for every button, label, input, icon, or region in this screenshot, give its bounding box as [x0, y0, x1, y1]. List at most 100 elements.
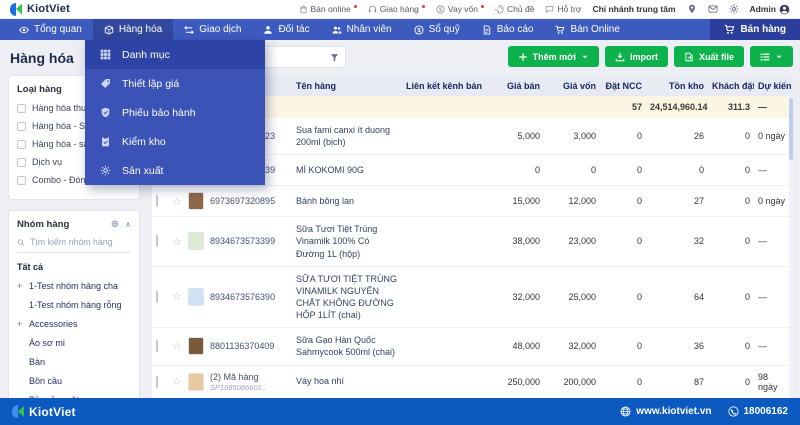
- col-dat-ncc[interactable]: Đặt NCC: [600, 81, 646, 91]
- col-khach-dat[interactable]: Khách đặt: [708, 81, 754, 91]
- search-icon: [17, 238, 25, 247]
- expand-icon[interactable]: +: [17, 281, 24, 291]
- col-du-kien[interactable]: Dự kiến hết h: [754, 81, 793, 91]
- top-bar: KiotViet Bán online Giao hàng $ Vay vốn …: [0, 0, 800, 19]
- caret-down-icon: [581, 53, 589, 61]
- dropdown-item-danh-mục[interactable]: Danh mục: [85, 40, 265, 69]
- checkbox[interactable]: [17, 175, 26, 185]
- table-row[interactable]: ☆ 6973697320895 Bánh bông lan 15,000 12,…: [152, 186, 793, 218]
- import-button[interactable]: Import: [604, 46, 668, 67]
- main-nav: Tổng quan Hàng hóa Giao dịch Đối tác Nhâ…: [0, 19, 800, 40]
- summary-dat-ncc: 57: [631, 102, 642, 112]
- download-icon: [615, 52, 625, 62]
- sale-button[interactable]: Bán hàng: [710, 19, 800, 40]
- dropdown-item-sản-xuất[interactable]: Sản xuất: [85, 156, 265, 185]
- doc-icon: [482, 25, 492, 35]
- product-thumbnail: [188, 337, 204, 356]
- add-new-button[interactable]: Thêm mới: [507, 46, 599, 67]
- export-icon: [684, 52, 694, 62]
- pin-icon[interactable]: [687, 4, 697, 14]
- row-checkbox[interactable]: [156, 195, 158, 208]
- user-icon: [263, 25, 273, 35]
- nav-item-giao-dịch[interactable]: Giao dịch: [173, 19, 252, 40]
- favorite-star-icon[interactable]: ☆: [168, 235, 184, 248]
- col-ten-hang[interactable]: Tên hàng: [292, 81, 402, 91]
- notification-dot: [353, 4, 357, 8]
- kiotviet-logo-icon: [10, 2, 23, 16]
- collapse-icon[interactable]: ∧: [125, 220, 131, 229]
- table-row[interactable]: ☆ 8934673576390 SỮA TƯƠI TIỆT TRÙNG VINA…: [152, 267, 793, 329]
- table-row[interactable]: ☆ 8801136370409 Sữa Gạo Hàn Quốc Sahmyco…: [152, 328, 793, 366]
- product-group-item[interactable]: 1-Test nhóm hàng rỗng: [17, 300, 131, 310]
- column-options-button[interactable]: [750, 46, 793, 67]
- summary-ton-kho: 24,514,960.14: [650, 102, 708, 112]
- table-scrollbar[interactable]: [789, 96, 793, 398]
- dropdown-item-kiểm-kho[interactable]: Kiểm kho: [85, 127, 265, 156]
- dropdown-item-phiếu-bảo-hành[interactable]: Phiếu bảo hành: [85, 98, 265, 127]
- gear-icon[interactable]: [729, 4, 739, 14]
- col-gia-ban[interactable]: Giá bán: [488, 81, 544, 91]
- checkbox[interactable]: [17, 103, 26, 113]
- topbar-item-hỗ-trợ[interactable]: Hỗ trợ: [545, 4, 581, 14]
- nav-item-sổ-quỹ[interactable]: $ Sổ quỹ: [403, 19, 471, 40]
- nav-item-nhân-viên[interactable]: Nhân viên: [321, 19, 403, 40]
- footer-logo: KiotViet: [12, 405, 76, 419]
- product-thumbnail: [188, 232, 204, 251]
- product-group-item[interactable]: Tất cả: [17, 262, 131, 272]
- row-checkbox[interactable]: [156, 340, 158, 353]
- checkbox[interactable]: [17, 157, 26, 167]
- row-checkbox[interactable]: [156, 375, 158, 388]
- cart-icon: [724, 24, 735, 35]
- product-group-item[interactable]: Bàn: [17, 357, 131, 367]
- palette-icon: [495, 4, 504, 14]
- dropdown-item-thiết-lập-giá[interactable]: Thiết lập giá: [85, 69, 265, 98]
- topbar-item-vay-vốn[interactable]: $ Vay vốn: [436, 4, 485, 14]
- summary-khach-dat: 311.3: [727, 102, 750, 112]
- col-ton-kho[interactable]: Tồn kho: [646, 81, 708, 91]
- favorite-star-icon[interactable]: ☆: [168, 290, 184, 303]
- sale-button-label: Bán hàng: [740, 24, 786, 35]
- website-link[interactable]: www.kiotviet.vn: [620, 406, 712, 417]
- checkbox[interactable]: [17, 121, 26, 131]
- product-group-item[interactable]: + Accessories: [17, 319, 131, 329]
- checkbox[interactable]: [17, 139, 26, 149]
- admin-menu[interactable]: Admin: [750, 4, 790, 15]
- swap-icon: [184, 25, 194, 35]
- export-button[interactable]: Xuất file: [673, 46, 744, 67]
- col-lien-ket[interactable]: Liên kết kênh bán: [402, 81, 488, 91]
- branch-selector[interactable]: Chi nhánh trung tâm: [592, 4, 675, 14]
- topbar-item-chủ-đề[interactable]: Chủ đề: [495, 4, 534, 14]
- expand-icon[interactable]: +: [17, 319, 24, 329]
- product-thumbnail: [188, 372, 204, 391]
- envelope-icon[interactable]: [708, 4, 718, 14]
- nav-item-hàng-hóa[interactable]: Hàng hóa: [92, 19, 174, 40]
- nav-item-tổng-quan[interactable]: Tổng quan: [8, 19, 93, 40]
- footer: KiotViet www.kiotviet.vn 18006162: [0, 398, 800, 425]
- hotline-link[interactable]: 18006162: [727, 406, 789, 417]
- nav-item-báo-cáo[interactable]: Báo cáo: [471, 19, 545, 40]
- product-thumbnail: [188, 287, 204, 306]
- topbar-item-bán-online[interactable]: Bán online: [299, 4, 357, 14]
- list-icon: [760, 52, 770, 62]
- topbar-item-giao-hàng[interactable]: Giao hàng: [368, 4, 425, 14]
- favorite-star-icon[interactable]: ☆: [168, 375, 184, 388]
- product-group-item[interactable]: Bồn cầu: [17, 376, 131, 386]
- product-group-item[interactable]: Áo sơ mi: [17, 338, 131, 348]
- add-group-icon[interactable]: ⊕: [111, 219, 119, 230]
- table-row[interactable]: ☆ 8934673573399 Sữa Tươi Tiệt Trùng Vina…: [152, 217, 793, 267]
- row-checkbox[interactable]: [156, 235, 158, 248]
- product-group-item[interactable]: + 1-Test nhóm hàng cha: [17, 281, 131, 291]
- col-gia-von[interactable]: Giá vốn: [544, 81, 600, 91]
- footer-brand: KiotViet: [29, 404, 76, 419]
- row-checkbox[interactable]: [156, 290, 158, 303]
- eye-icon: [19, 25, 29, 35]
- table-row[interactable]: ☆ (2) Mã hàng SP1685086601.. Váy hoa nhí …: [152, 366, 793, 398]
- favorite-star-icon[interactable]: ☆: [168, 340, 184, 353]
- nav-item-bán-online[interactable]: Bán Online: [544, 19, 630, 40]
- group-search-input[interactable]: [29, 237, 131, 247]
- favorite-star-icon[interactable]: ☆: [168, 195, 184, 208]
- nav-item-đối-tác[interactable]: Đối tác: [252, 19, 320, 40]
- hotline-label: 18006162: [743, 406, 789, 417]
- website-label: www.kiotviet.vn: [636, 406, 712, 417]
- filter-icon[interactable]: [330, 53, 339, 62]
